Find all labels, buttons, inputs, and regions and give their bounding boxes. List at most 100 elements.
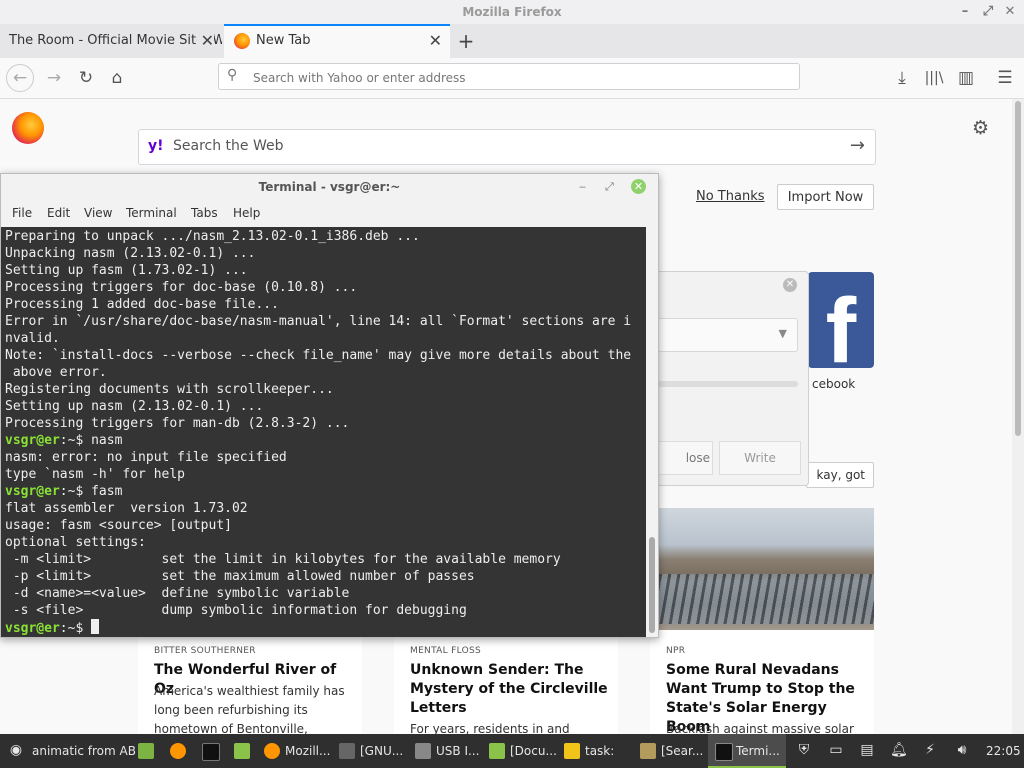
file-manager-icon[interactable] <box>138 743 154 759</box>
page-scrollbar[interactable] <box>1012 99 1024 734</box>
terminal-line: nvalid. <box>5 330 631 347</box>
power-icon[interactable]: ⚡ <box>922 742 938 758</box>
terminal-line-text: -p <limit> set the maximum allowed numbe… <box>5 569 475 584</box>
forward-icon[interactable]: → <box>40 64 68 92</box>
no-thanks-link[interactable]: No Thanks <box>696 189 765 204</box>
folder-icon[interactable] <box>489 743 505 759</box>
close-icon[interactable]: ✕ <box>1002 4 1018 20</box>
gnu-icon[interactable] <box>339 743 355 759</box>
menu-tabs[interactable]: Tabs <box>191 206 218 220</box>
terminal-icon[interactable] <box>202 743 220 761</box>
menu-view[interactable]: View <box>84 206 112 220</box>
downloads-icon[interactable]: ⤓ <box>888 64 916 92</box>
taskbar-item-documents[interactable]: [Docu... <box>510 734 557 768</box>
terminal-lines: Preparing to unpack .../nasm_2.13.02-0.1… <box>5 228 631 637</box>
terminal-line: Error in `/usr/share/doc-base/nasm-manua… <box>5 313 631 330</box>
arrow-right-icon[interactable]: → <box>850 135 865 156</box>
library-icon[interactable]: |||\ <box>920 64 948 92</box>
tab-bar: The Room - Official Movie Site, Wa ✕ New… <box>0 24 1024 58</box>
shield-icon[interactable]: ⛨ <box>796 742 812 758</box>
taskbar-item-usb[interactable]: USB I... <box>436 734 479 768</box>
terminal-line-text: above error. <box>5 365 107 380</box>
close-tab-icon[interactable]: ✕ <box>429 26 442 56</box>
terminal-line-text: Unpacking nasm (2.13.02-0.1) ... <box>5 246 256 261</box>
reload-icon[interactable]: ↻ <box>72 64 100 92</box>
scrollbar-thumb[interactable] <box>649 537 655 633</box>
terminal-line: Processing 1 added doc-base file... <box>5 296 631 313</box>
dialog-progress-bar <box>647 381 798 387</box>
dialog-select[interactable]: ▼ <box>647 318 798 352</box>
story-card[interactable]: NPR Some Rural Nevadans Want Trump to St… <box>650 508 874 734</box>
dialog-write-button[interactable]: Write <box>719 441 801 475</box>
taskbar-item-mozilla[interactable]: Mozill... <box>285 734 330 768</box>
scrollbar-thumb[interactable] <box>1015 101 1021 436</box>
search-window-icon[interactable] <box>640 743 656 759</box>
back-icon[interactable]: ← <box>6 64 34 92</box>
maximize-icon[interactable]: ⤢ <box>605 180 614 194</box>
terminal-cursor <box>91 619 100 634</box>
terminal-line-text: Processing triggers for doc-base (0.10.8… <box>5 280 358 295</box>
maximize-icon[interactable]: ⤢ <box>980 4 996 20</box>
story-source: NPR <box>666 646 686 656</box>
menu-icon[interactable]: ◉ <box>8 742 24 758</box>
menu-terminal[interactable]: Terminal <box>126 206 177 220</box>
facebook-tile-label: cebook <box>812 377 856 391</box>
facebook-tile[interactable]: f <box>808 272 874 368</box>
terminal-line-text: nasm: error: no input file specified <box>5 450 287 465</box>
terminal-line: vsgr@er:~$ nasm <box>5 432 631 449</box>
terminal-prompt-suffix: :~$ <box>59 621 92 636</box>
url-input[interactable] <box>251 64 795 91</box>
terminal-icon[interactable] <box>715 743 733 761</box>
home-icon[interactable]: ⌂ <box>103 64 131 92</box>
firefox-icon[interactable] <box>170 743 186 759</box>
minimize-icon[interactable]: – <box>957 4 973 20</box>
new-tab-button[interactable]: + <box>456 24 476 58</box>
terminal-line: -p <limit> set the maximum allowed numbe… <box>5 568 631 585</box>
terminal-line-text: type `nasm -h' for help <box>5 467 186 482</box>
terminal-scrollbar[interactable] <box>646 227 658 637</box>
taskbar: ◉ animatic from AB Mozill... [GNU... USB… <box>0 734 1024 768</box>
notification-bell-icon[interactable]: 🔔︎ <box>890 742 908 758</box>
display-icon[interactable]: ▭ <box>828 742 844 758</box>
minimize-icon[interactable]: ‒ <box>579 180 586 193</box>
menu-file[interactable]: File <box>12 206 32 220</box>
folder-icon[interactable] <box>234 743 250 759</box>
tab-the-room[interactable]: The Room - Official Movie Site, Wa ✕ <box>0 24 222 58</box>
terminal-line: Processing triggers for man-db (2.8.3-2)… <box>5 415 631 432</box>
dialog-close-icon[interactable]: ✕ <box>783 278 797 292</box>
volume-icon[interactable]: 🔊︎ <box>954 742 970 758</box>
close-icon[interactable]: ✕ <box>631 179 646 194</box>
import-now-button[interactable]: Import Now <box>777 184 874 210</box>
taskbar-item-terminal[interactable]: Termi... <box>736 734 780 768</box>
menu-help[interactable]: Help <box>233 206 260 220</box>
close-tab-icon[interactable]: ✕ <box>196 24 214 58</box>
clock[interactable]: 22:05 <box>986 734 1021 768</box>
taskbar-item-search[interactable]: [Sear... <box>661 734 703 768</box>
terminal-title-bar[interactable]: Terminal - vsgr@er:~ <box>1 174 658 201</box>
tab-new-tab[interactable]: New Tab ✕ <box>224 24 450 58</box>
firefox-icon[interactable] <box>264 743 280 759</box>
terminal-output[interactable]: Preparing to unpack .../nasm_2.13.02-0.1… <box>1 227 646 637</box>
taskbar-item-gnu[interactable]: [GNU... <box>360 734 403 768</box>
menu-icon[interactable]: ☰ <box>991 64 1019 92</box>
clipboard-icon[interactable]: ▤ <box>859 742 875 758</box>
url-bar[interactable]: ⚲ <box>218 63 800 91</box>
okay-got-it-button[interactable]: kay, got it <box>806 462 874 488</box>
story-description: For years, residents in and around <box>410 722 570 734</box>
menu-edit[interactable]: Edit <box>47 206 70 220</box>
sidebar-icon[interactable]: ▥ <box>952 64 980 92</box>
terminal-line-text: -s <file> dump symbolic information for … <box>5 603 467 618</box>
gear-icon[interactable]: ⚙ <box>972 117 989 139</box>
taskbar-item-task[interactable]: task: <box>585 734 614 768</box>
terminal-line: -d <name>=<value> define symbolic variab… <box>5 585 631 602</box>
terminal-line-text: Note: `install-docs --verbose --check fi… <box>5 348 632 363</box>
web-search-box[interactable]: y! Search the Web → <box>138 129 876 165</box>
usb-icon[interactable] <box>415 743 431 759</box>
taskbar-item-animatic[interactable]: animatic from AB <box>32 734 136 768</box>
terminal-prompt-suffix: :~$ <box>59 484 92 499</box>
terminal-line-text: Error in `/usr/share/doc-base/nasm-manua… <box>5 314 632 329</box>
terminal-prompt-suffix: :~$ <box>59 433 92 448</box>
terminal-window[interactable]: Terminal - vsgr@er:~ ‒ ⤢ ✕ File Edit Vie… <box>0 173 659 638</box>
task-icon[interactable] <box>564 743 580 759</box>
story-source: BITTER SOUTHERNER <box>154 646 256 656</box>
